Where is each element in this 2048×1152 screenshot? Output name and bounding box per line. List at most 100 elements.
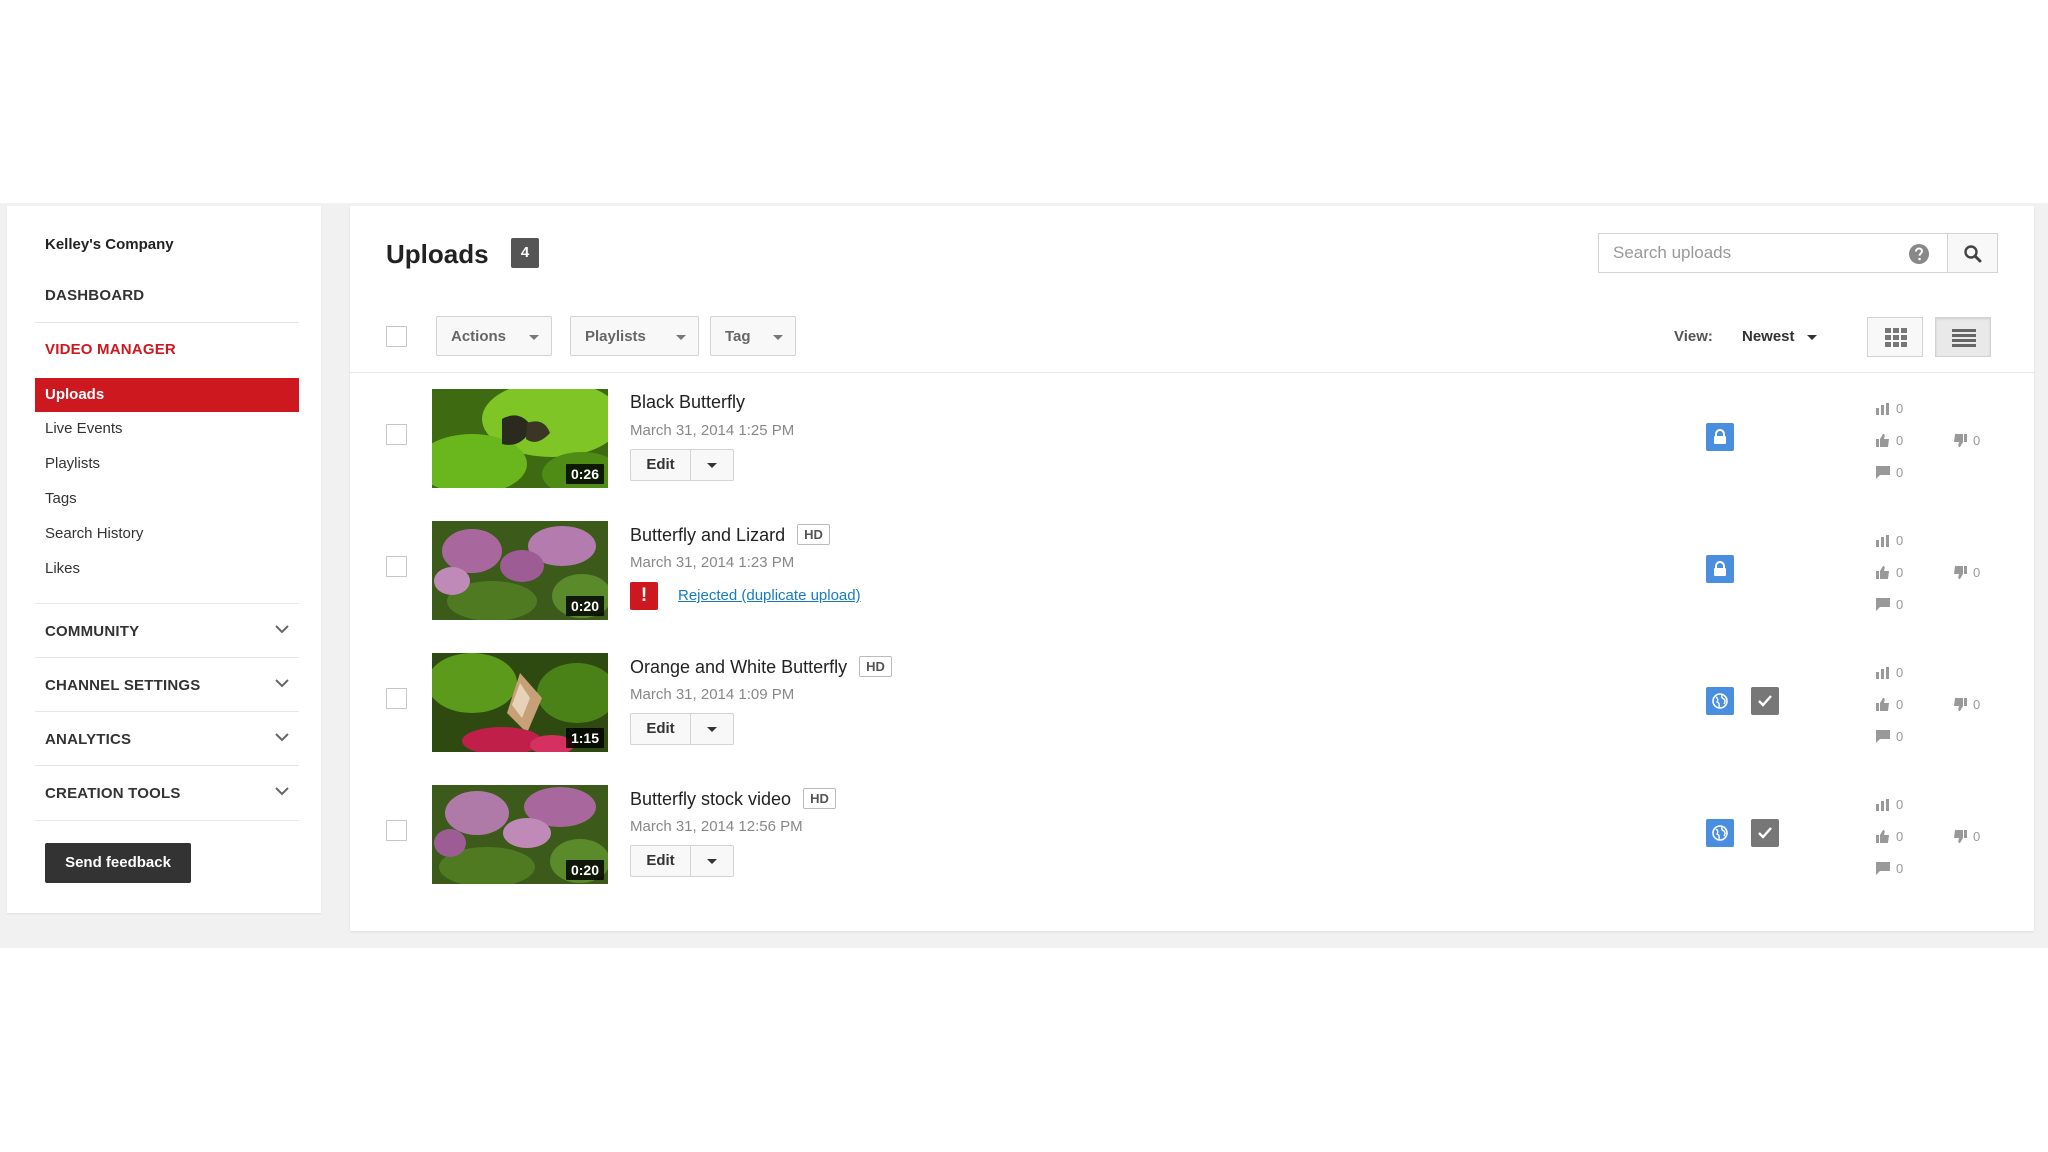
processed-badge[interactable] xyxy=(1751,819,1779,847)
comments-count: 0 xyxy=(1896,729,1904,744)
processed-badge[interactable] xyxy=(1751,687,1779,715)
comment-icon xyxy=(1876,598,1890,611)
edit-button[interactable]: Edit xyxy=(631,714,691,744)
rejected-status-link[interactable]: Rejected (duplicate upload) xyxy=(678,587,861,604)
alert-icon: ! xyxy=(630,582,658,610)
likes-count: 0 xyxy=(1896,565,1904,580)
sidebar-item-video-manager[interactable]: VIDEO MANAGER xyxy=(45,341,176,358)
likes-stat: 0 xyxy=(1876,433,1903,448)
video-checkbox[interactable] xyxy=(386,688,407,709)
edit-menu-caret[interactable] xyxy=(691,714,733,744)
sort-dropdown[interactable]: Newest xyxy=(1742,328,1817,345)
thumbs-down-icon xyxy=(1954,698,1967,711)
sidebar-item-likes[interactable]: Likes xyxy=(45,560,80,577)
sidebar-divider xyxy=(35,657,299,658)
edit-menu-caret[interactable] xyxy=(691,846,733,876)
sidebar-item-tags[interactable]: Tags xyxy=(45,490,77,507)
select-all-checkbox[interactable] xyxy=(386,326,407,347)
sidebar-item-dashboard[interactable]: DASHBOARD xyxy=(45,287,144,304)
video-date: March 31, 2014 12:56 PM xyxy=(630,818,803,835)
video-title-text: Butterfly stock video xyxy=(630,789,792,809)
channel-name[interactable]: Kelley's Company xyxy=(45,236,174,253)
sidebar-item-uploads[interactable]: Uploads xyxy=(35,378,299,412)
privacy-public-badge[interactable] xyxy=(1706,687,1734,715)
list-view-button[interactable] xyxy=(1935,317,1991,357)
sidebar-divider xyxy=(35,603,299,604)
sidebar-divider xyxy=(35,765,299,766)
video-row: 0:20 Butterfly stock video HD March 31, 2… xyxy=(350,769,2034,901)
upload-count-badge: 4 xyxy=(511,238,539,268)
views-stat: 0 xyxy=(1876,797,1903,812)
section-label: COMMUNITY xyxy=(45,623,140,640)
video-thumbnail[interactable]: 0:20 xyxy=(432,785,608,884)
sidebar-item-live-events[interactable]: Live Events xyxy=(45,420,123,437)
comments-count: 0 xyxy=(1896,465,1904,480)
video-checkbox[interactable] xyxy=(386,424,407,445)
dislikes-stat: 0 xyxy=(1953,697,1980,712)
likes-stat: 0 xyxy=(1876,697,1903,712)
video-duration: 1:15 xyxy=(565,728,604,748)
hd-badge: HD xyxy=(797,524,830,545)
globe-icon xyxy=(1712,693,1728,709)
likes-count: 0 xyxy=(1896,433,1904,448)
search-button[interactable] xyxy=(1947,233,1998,273)
video-checkbox[interactable] xyxy=(386,820,407,841)
video-title[interactable]: Orange and White Butterfly HD xyxy=(630,656,892,678)
video-thumbnail[interactable]: 1:15 xyxy=(432,653,608,752)
bar-chart-icon xyxy=(1876,535,1889,547)
likes-count: 0 xyxy=(1896,829,1904,844)
sidebar-section-community[interactable]: COMMUNITY xyxy=(35,606,299,656)
edit-button-group: Edit xyxy=(630,713,734,745)
views-count: 0 xyxy=(1896,533,1904,548)
actions-dropdown[interactable]: Actions xyxy=(436,316,552,356)
likes-stat: 0 xyxy=(1876,829,1903,844)
send-feedback-button[interactable]: Send feedback xyxy=(45,843,191,883)
edit-menu-caret[interactable] xyxy=(691,450,733,480)
comments-count: 0 xyxy=(1896,861,1904,876)
privacy-private-badge[interactable] xyxy=(1706,423,1734,451)
sidebar-item-playlists[interactable]: Playlists xyxy=(45,455,100,472)
video-duration: 0:20 xyxy=(565,860,604,880)
chevron-down-icon xyxy=(275,787,289,796)
video-thumbnail[interactable]: 0:26 xyxy=(432,389,608,488)
video-checkbox[interactable] xyxy=(386,556,407,577)
video-thumbnail[interactable]: 0:20 xyxy=(432,521,608,620)
video-row: 0:20 Butterfly and Lizard HD March 31, 20… xyxy=(350,505,2034,637)
grid-view-button[interactable] xyxy=(1867,317,1923,357)
thumbs-down-icon xyxy=(1954,830,1967,843)
section-label: CREATION TOOLS xyxy=(45,785,181,802)
help-icon[interactable] xyxy=(1908,243,1930,265)
chevron-down-icon xyxy=(275,679,289,688)
video-title[interactable]: Black Butterfly xyxy=(630,392,745,413)
video-duration: 0:20 xyxy=(565,596,604,616)
sidebar-section-creation-tools[interactable]: CREATION TOOLS xyxy=(35,768,299,818)
video-title-text: Black Butterfly xyxy=(630,392,746,412)
dislikes-stat: 0 xyxy=(1953,829,1980,844)
views-stat: 0 xyxy=(1876,401,1903,416)
views-stat: 0 xyxy=(1876,665,1903,680)
dislikes-count: 0 xyxy=(1973,433,1981,448)
search-input[interactable] xyxy=(1599,234,1899,272)
hd-badge: HD xyxy=(859,656,892,677)
thumbs-down-icon xyxy=(1954,566,1967,579)
tag-dropdown[interactable]: Tag xyxy=(710,316,796,356)
views-count: 0 xyxy=(1896,665,1904,680)
views-count: 0 xyxy=(1896,401,1904,416)
video-title[interactable]: Butterfly stock video HD xyxy=(630,788,836,810)
privacy-public-badge[interactable] xyxy=(1706,819,1734,847)
comments-stat: 0 xyxy=(1876,597,1903,612)
sidebar-section-channel-settings[interactable]: CHANNEL SETTINGS xyxy=(35,660,299,710)
playlists-dropdown[interactable]: Playlists xyxy=(570,316,699,356)
edit-button-group: Edit xyxy=(630,449,734,481)
edit-button[interactable]: Edit xyxy=(631,450,691,480)
video-title[interactable]: Butterfly and Lizard HD xyxy=(630,524,830,546)
section-label: ANALYTICS xyxy=(45,731,132,748)
dislikes-count: 0 xyxy=(1973,697,1981,712)
comment-icon xyxy=(1876,862,1890,875)
edit-button[interactable]: Edit xyxy=(631,846,691,876)
sidebar-item-search-history[interactable]: Search History xyxy=(45,525,143,542)
sidebar-divider xyxy=(35,322,299,323)
sidebar-section-analytics[interactable]: ANALYTICS xyxy=(35,714,299,764)
video-duration: 0:26 xyxy=(565,464,604,484)
privacy-private-badge[interactable] xyxy=(1706,555,1734,583)
